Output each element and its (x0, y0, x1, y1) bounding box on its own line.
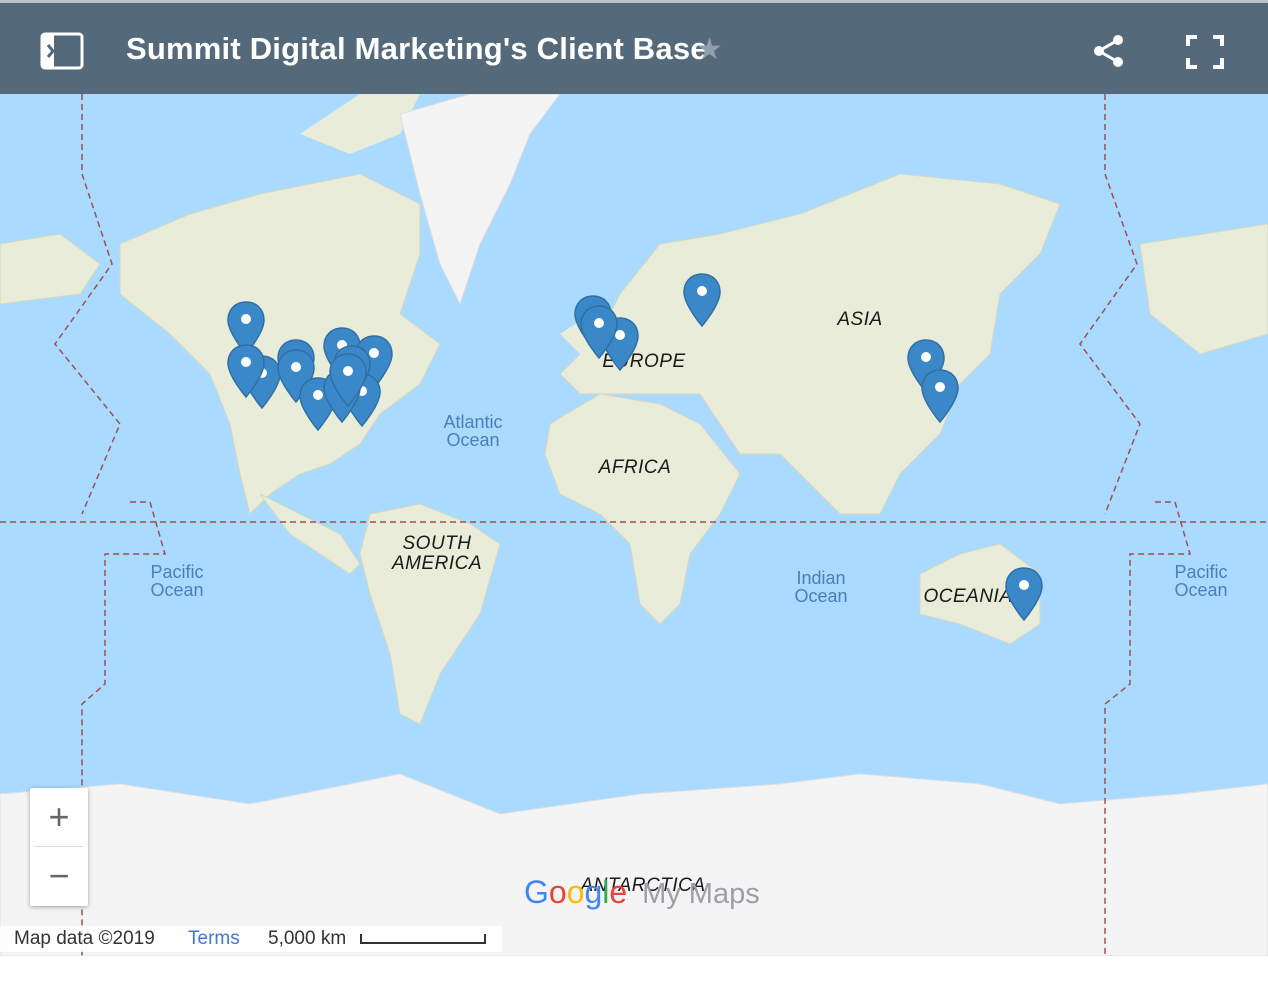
map-marker[interactable] (1004, 566, 1044, 622)
star-icon[interactable]: ★ (696, 32, 723, 67)
zoom-in-button[interactable]: + (30, 788, 88, 846)
my-maps-label: My Maps (642, 878, 760, 910)
map-marker[interactable] (226, 343, 266, 399)
map-marker[interactable] (328, 352, 368, 408)
map-marker[interactable] (682, 272, 722, 328)
map-marker[interactable] (579, 304, 619, 360)
map-data-label: Map data ©2019 (14, 928, 155, 949)
scale-label: 5,000 km (268, 928, 347, 949)
map-marker[interactable] (920, 368, 960, 424)
label-africa: AFRICA (598, 457, 672, 478)
label-oceania: OCEANIA (923, 586, 1013, 607)
scale-bar (360, 934, 486, 944)
zoom-controls: + − (30, 788, 88, 906)
terms-link[interactable]: Terms (188, 928, 240, 950)
label-pacific-ocean-right: Pacific Ocean (1174, 562, 1228, 600)
label-atlantic-ocean: Atlantic Ocean (443, 412, 503, 450)
label-pacific-ocean-left: Pacific Ocean (150, 562, 204, 600)
map-attribution: Map data ©2019 Terms 5,000 km (0, 926, 502, 952)
label-asia: ASIA (837, 309, 883, 330)
google-logo: Google (524, 874, 628, 910)
google-my-maps-logo: Google My Maps (524, 874, 760, 911)
map-header: Summit Digital Marketing's Client Base ★ (0, 0, 1268, 94)
sidebar-toggle-icon[interactable] (40, 32, 84, 77)
map-basemap (0, 94, 1268, 956)
fullscreen-icon[interactable] (1186, 35, 1224, 74)
world-map[interactable]: ASIA EUROPE AFRICA SOUTH AMERICA OCEANIA… (0, 94, 1268, 956)
share-icon[interactable] (1092, 33, 1126, 74)
label-indian-ocean: Indian Ocean (794, 568, 848, 606)
map-title: Summit Digital Marketing's Client Base (126, 31, 708, 66)
label-south-america: SOUTH AMERICA (391, 533, 483, 574)
zoom-out-button[interactable]: − (30, 847, 88, 905)
